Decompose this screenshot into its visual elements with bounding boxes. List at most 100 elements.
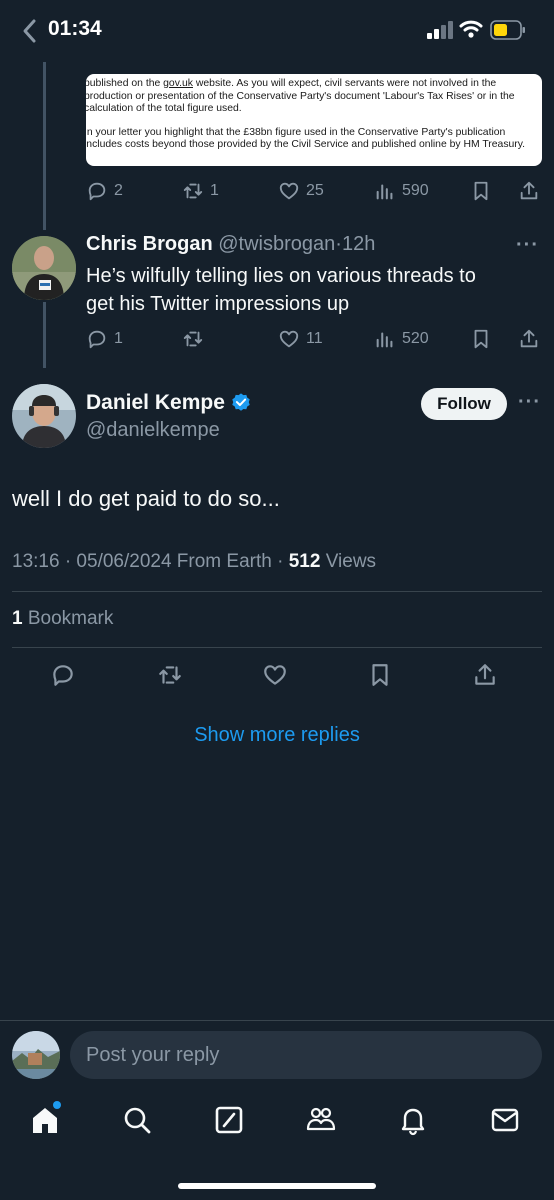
retweet-icon (159, 666, 181, 684)
home-indicator (178, 1183, 376, 1189)
reply-tweet-header: Chris Brogan @twisbrogan·12h (86, 233, 375, 256)
battery-icon (490, 20, 525, 40)
like-button[interactable]: 11 (278, 324, 323, 354)
nav-messages[interactable] (489, 1104, 525, 1140)
reply-count: 1 (114, 330, 123, 347)
tweet-time: 12h (341, 233, 376, 255)
notifications-icon (401, 1108, 425, 1136)
avatar-photo (12, 384, 76, 448)
like-button[interactable]: 25 (278, 176, 324, 206)
reply-button[interactable]: 2 (86, 176, 123, 206)
letter-line: In your letter you highlight that the £3… (86, 126, 506, 138)
main-tweet-author[interactable]: Daniel Kempe (86, 391, 252, 415)
share-button[interactable] (472, 660, 498, 690)
display-name[interactable]: Daniel Kempe (86, 391, 225, 415)
like-count: 25 (306, 182, 324, 199)
letter-line: calculation of the total figure used. (86, 103, 242, 115)
bookmark-count: 1 (12, 608, 23, 629)
user-avatar[interactable] (12, 1031, 60, 1079)
retweet-icon (183, 183, 203, 199)
nav-home[interactable] (29, 1101, 65, 1140)
bookmark-icon (474, 329, 488, 349)
reply-count: 2 (114, 182, 123, 199)
show-more-replies-link[interactable]: Show more replies (0, 724, 554, 747)
tweet-text-line: get his Twitter impressions up (86, 293, 350, 315)
bookmark-stat[interactable]: 1 Bookmark (12, 608, 113, 630)
more-options-button[interactable]: ··· (518, 391, 541, 414)
follow-button[interactable]: Follow (421, 388, 507, 420)
share-button[interactable] (518, 176, 540, 206)
tweet-text-line: He’s wilfully telling lies on various th… (86, 265, 476, 287)
quoted-letter-image[interactable]: published on the gov.uk website. As you … (86, 74, 542, 166)
letter-line: production or presentation of the Conser… (86, 90, 515, 102)
verified-badge-icon (232, 393, 250, 411)
nav-search[interactable] (121, 1104, 157, 1140)
views-count: 520 (402, 330, 429, 347)
user-avatar-photo (12, 1031, 60, 1079)
handle[interactable]: @twisbrogan (218, 233, 335, 255)
status-bar: 01:34 (0, 0, 554, 62)
main-tweet-actions (0, 660, 554, 696)
bookmark-button[interactable] (367, 660, 393, 690)
grok-icon (215, 1106, 243, 1134)
cellular-signal-icon (427, 21, 453, 39)
back-chevron-icon[interactable] (20, 18, 40, 44)
first-tweet-actions: 2 1 25 590 (86, 176, 542, 206)
more-options-button[interactable]: ··· (516, 234, 539, 257)
avatar-photo (12, 236, 76, 300)
divider (12, 647, 542, 648)
avatar[interactable] (12, 236, 76, 300)
reply-button[interactable]: 1 (86, 324, 123, 354)
views-icon (376, 332, 393, 348)
retweet-button[interactable] (182, 324, 204, 354)
heart-icon (279, 330, 299, 348)
letter-line: includes costs beyond those provided by … (86, 139, 526, 151)
main-tweet-text: well I do get paid to do so... (12, 486, 280, 511)
messages-icon (491, 1108, 519, 1132)
notification-dot (53, 1101, 61, 1109)
retweet-count: 1 (210, 182, 219, 199)
tweet-metadata: 13:16 · 05/06/2024 From Earth · 512 View… (12, 551, 376, 573)
thread-line (43, 62, 46, 230)
bookmark-button[interactable] (470, 324, 492, 354)
views-icon (376, 184, 393, 200)
nav-notifications[interactable] (397, 1104, 433, 1140)
bookmark-icon (372, 664, 388, 686)
nav-grok[interactable] (213, 1104, 249, 1140)
bookmark-button[interactable] (470, 176, 492, 206)
tweet-text: He’s wilfully telling lies on various th… (86, 262, 476, 318)
search-icon (124, 1107, 151, 1134)
views-count[interactable]: 512 (289, 551, 321, 572)
retweet-button[interactable]: 1 (182, 176, 219, 206)
views-button[interactable]: 520 (374, 324, 429, 354)
retweet-button[interactable] (157, 660, 183, 690)
bookmark-icon (474, 181, 488, 201)
wifi-icon (459, 20, 483, 38)
communities-icon (306, 1107, 336, 1131)
handle[interactable]: @danielkempe (86, 419, 220, 442)
divider (12, 591, 542, 592)
share-icon (475, 664, 495, 685)
heart-icon (264, 665, 286, 685)
display-name[interactable]: Chris Brogan (86, 233, 213, 255)
avatar[interactable] (12, 384, 76, 448)
nav-communities[interactable] (305, 1104, 341, 1140)
tweet-timestamp: 13:16 · 05/06/2024 From Earth · (12, 551, 289, 572)
separator: · (335, 233, 342, 255)
reply-icon (53, 665, 73, 686)
share-icon (520, 329, 538, 348)
retweet-icon (183, 331, 203, 347)
reply-tweet-actions: 1 11 520 (86, 324, 542, 354)
views-button[interactable]: 590 (374, 176, 429, 206)
reply-icon (88, 330, 106, 349)
reply-composer-bar: Post your reply (0, 1020, 554, 1090)
like-count: 11 (306, 330, 323, 347)
bookmark-label: Bookmark (22, 608, 114, 629)
like-button[interactable] (262, 660, 288, 690)
reply-button[interactable] (50, 660, 76, 690)
reply-input[interactable]: Post your reply (70, 1031, 542, 1079)
heart-icon (279, 182, 299, 200)
share-button[interactable] (518, 324, 540, 354)
share-icon (520, 181, 538, 200)
views-label: Views (320, 551, 377, 572)
